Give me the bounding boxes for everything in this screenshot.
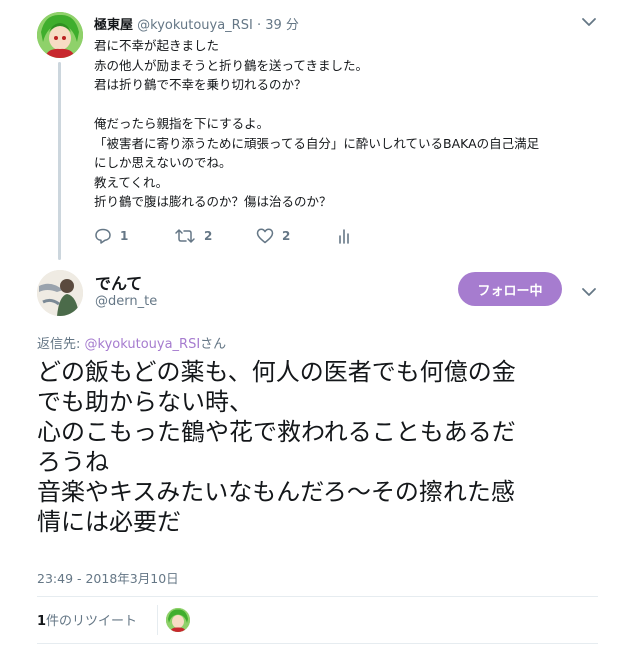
chevron-down-icon[interactable] — [580, 284, 598, 298]
divider — [157, 605, 158, 635]
main-tweet-text: どの飯もどの薬も、何人の医者でも何億の金 でも助からない時、 心のこもった鶴や花… — [37, 357, 607, 537]
tweet-text-line: どの飯もどの薬も、何人の医者でも何億の金 — [37, 358, 516, 386]
chevron-down-icon[interactable] — [580, 14, 598, 28]
analytics-icon — [339, 229, 349, 244]
analytics-button[interactable] — [337, 226, 353, 246]
replying-to-prefix: 返信先: — [37, 337, 85, 352]
tweet-text-line: 情には必要だ — [37, 508, 181, 536]
retweet-stats[interactable]: 1件のリツイート — [37, 610, 137, 629]
dot-separator: · — [256, 18, 262, 33]
tweet-text-line: 音楽やキスみたいなもんだろ〜その擦れた感 — [37, 478, 515, 506]
replying-to: 返信先: @kyokutouya_RSIさん — [37, 333, 226, 352]
tweet-text-line: ろうね — [37, 448, 109, 476]
retweet-count: 2 — [204, 229, 213, 243]
retweet-stat-count: 1 — [37, 614, 47, 629]
tweet-text-line: 俺だったら親指を下にするよ。 — [94, 116, 270, 131]
parent-avatar[interactable] — [37, 12, 83, 58]
following-button[interactable]: フォロー中 — [458, 272, 562, 306]
retweet-icon — [175, 229, 195, 243]
divider — [37, 596, 598, 597]
parent-time-ago[interactable]: 39 分 — [265, 18, 299, 33]
reply-button[interactable]: 1 — [94, 226, 128, 246]
tweet-text-line: 折り鶴で腹は膨れるのか？傷は治るのか？ — [94, 194, 332, 209]
author-handle[interactable]: @dern_te — [95, 294, 157, 309]
retweeter-avatar[interactable] — [166, 608, 190, 632]
tweet-text-line: 教えてくれ。 — [94, 174, 169, 190]
tweet-text-line: 心のこもった鶴や花で救われることもあるだ — [37, 418, 516, 446]
author-display-name[interactable]: でんて — [95, 270, 142, 294]
parent-tweet[interactable]: 極東屋 @kyokutouya_RSI · 39 分 君に不幸が起きました 赤の… — [0, 0, 635, 262]
like-icon — [256, 228, 274, 244]
retweet-button[interactable]: 2 — [174, 226, 212, 246]
divider — [37, 643, 598, 644]
replying-to-mention[interactable]: @kyokutouya_RSI — [85, 337, 201, 352]
parent-tweet-text: 君に不幸が起きました 赤の他人が励まそうと折り鶴を送ってきました。 君は折り鶴で… — [94, 36, 604, 212]
like-button[interactable]: 2 — [256, 226, 290, 246]
reply-icon — [95, 228, 111, 244]
retweet-stat-label: 件のリツイート — [46, 614, 138, 629]
replying-to-suffix: さん — [200, 337, 227, 352]
reply-count: 1 — [120, 229, 129, 243]
tweet-text-line: 「被害者に寄り添うために頑張ってる自分」に酔いしれているBAKAの自己満足 — [94, 135, 540, 151]
tweet-text-line: 赤の他人が励まそうと折り鶴を送ってきました。 — [94, 57, 369, 73]
thread-connector — [58, 62, 61, 260]
like-count: 2 — [282, 229, 291, 243]
tweet-text-line: でも助からない時、 — [37, 388, 253, 416]
tweet-text-line — [94, 95, 604, 115]
tweet-text-line: 君に不幸が起きました — [94, 38, 220, 53]
parent-header: 極東屋 @kyokutouya_RSI · 39 分 — [94, 14, 299, 33]
tweet-text-line: にしか思えないのでね。 — [94, 155, 232, 170]
parent-display-name[interactable]: 極東屋 — [94, 18, 133, 33]
tweet-timestamp[interactable]: 23:49 - 2018年3月10日 — [37, 568, 179, 587]
parent-handle[interactable]: @kyokutouya_RSI — [137, 18, 253, 33]
author-avatar[interactable] — [37, 270, 83, 316]
tweet-text-line: 君は折り鶴で不幸を乗り切れるのか？ — [94, 77, 307, 92]
